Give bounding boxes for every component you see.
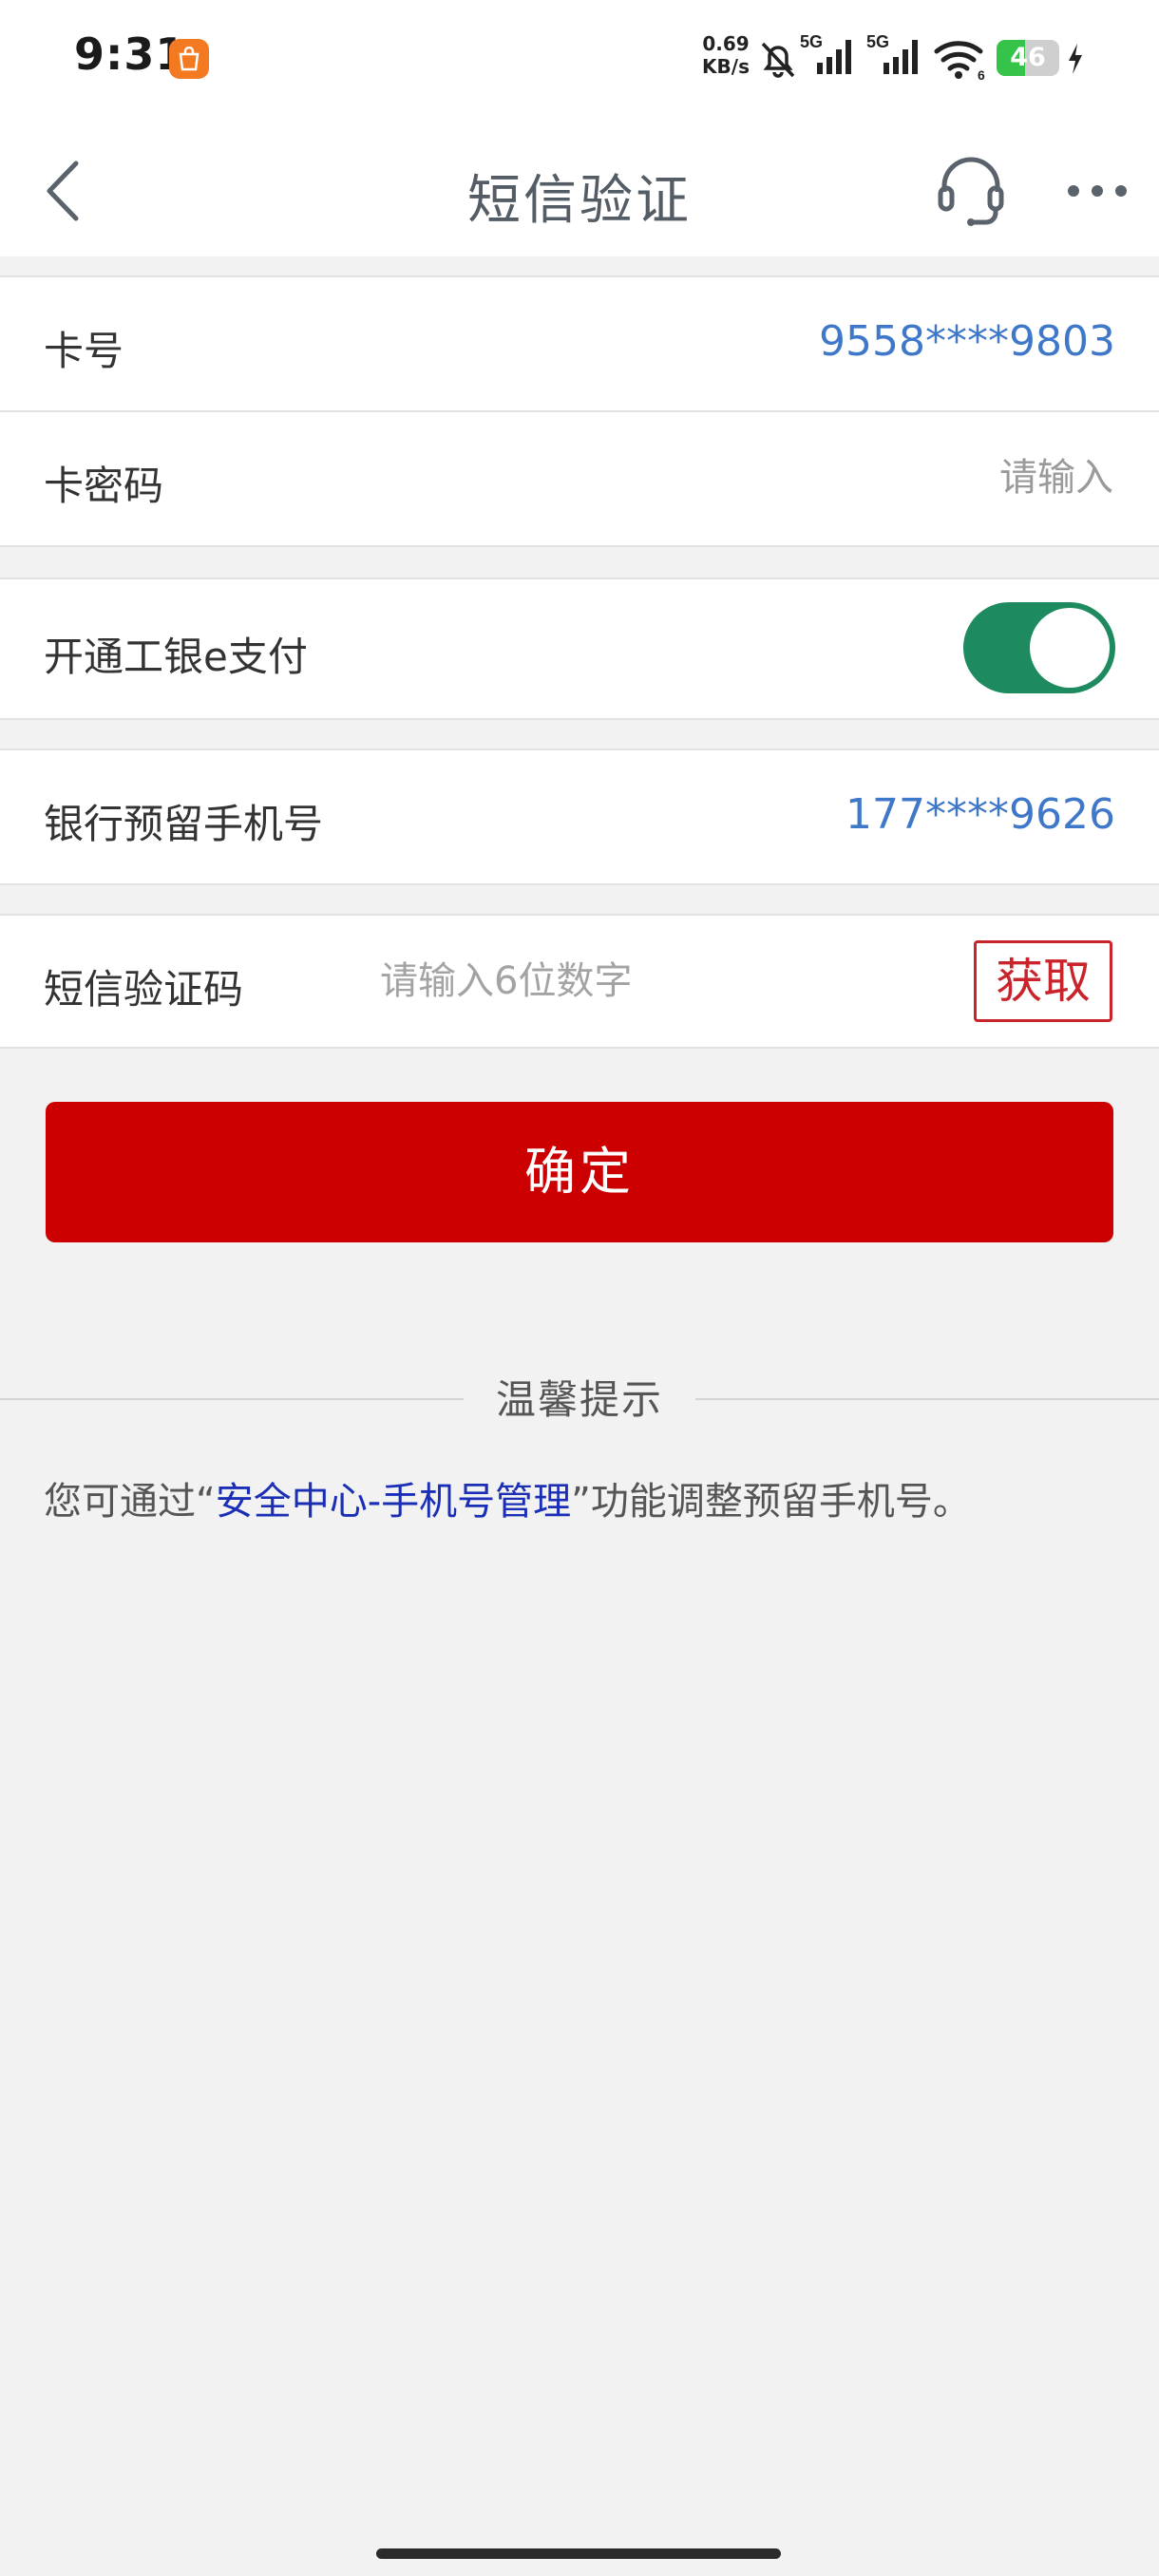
sms-code-label: 短信验证码 — [44, 966, 244, 1013]
home-indicator[interactable] — [376, 2548, 781, 2559]
wifi-icon: 6 — [934, 41, 985, 82]
phone-label: 银行预留手机号 — [44, 801, 324, 847]
epay-section: 开通工银e支付 — [0, 578, 1159, 720]
epay-label: 开通工银e支付 — [44, 634, 308, 680]
nav-bar: 短信验证 — [0, 123, 1159, 256]
phone-section: 银行预留手机号 177****9626 — [0, 748, 1159, 885]
tips-text: 您可通过“安全中心-手机号管理”功能调整预留手机号。 — [44, 1480, 971, 1524]
epay-toggle[interactable] — [963, 602, 1115, 693]
get-code-button[interactable]: 获取 — [974, 940, 1112, 1022]
confirm-button[interactable]: 确定 — [46, 1102, 1113, 1242]
card-number-row: 卡号 9558****9803 — [0, 277, 1159, 410]
card-password-label: 卡密码 — [44, 463, 164, 509]
card-number-label: 卡号 — [44, 328, 124, 374]
mute-bell-icon — [761, 42, 795, 78]
card-number-value: 9558****9803 — [819, 317, 1115, 366]
sms-code-input[interactable] — [378, 952, 914, 1011]
signal-icon: 5G — [800, 32, 851, 74]
network-speed: 0.69 KB/s — [702, 32, 750, 78]
more-dots-icon[interactable] — [1064, 167, 1130, 215]
svg-text:6: 6 — [978, 67, 985, 82]
signal-icon: 5G — [866, 32, 918, 74]
card-section: 卡号 9558****9803 卡密码 — [0, 275, 1159, 547]
tips-title: 温馨提示 — [495, 1376, 663, 1423]
toggle-knob — [1030, 608, 1110, 688]
battery-icon: 46 — [997, 40, 1059, 76]
card-password-input[interactable] — [636, 448, 1115, 507]
status-bar: 9:31 0.69 KB/s 5G 5G 6 46 — [0, 0, 1159, 123]
charging-icon — [1069, 44, 1082, 74]
svg-text:5G: 5G — [800, 32, 823, 51]
battery-level: 46 — [1010, 43, 1046, 72]
card-password-row[interactable]: 卡密码 — [0, 412, 1159, 545]
phone-value: 177****9626 — [846, 790, 1115, 839]
svg-text:5G: 5G — [866, 32, 889, 51]
customer-service-headset-icon[interactable] — [935, 156, 1007, 228]
sms-section: 短信验证码 获取 — [0, 914, 1159, 1049]
security-center-link[interactable]: 安全中心-手机号管理 — [216, 1480, 571, 1524]
app-notification-icon — [169, 39, 209, 79]
